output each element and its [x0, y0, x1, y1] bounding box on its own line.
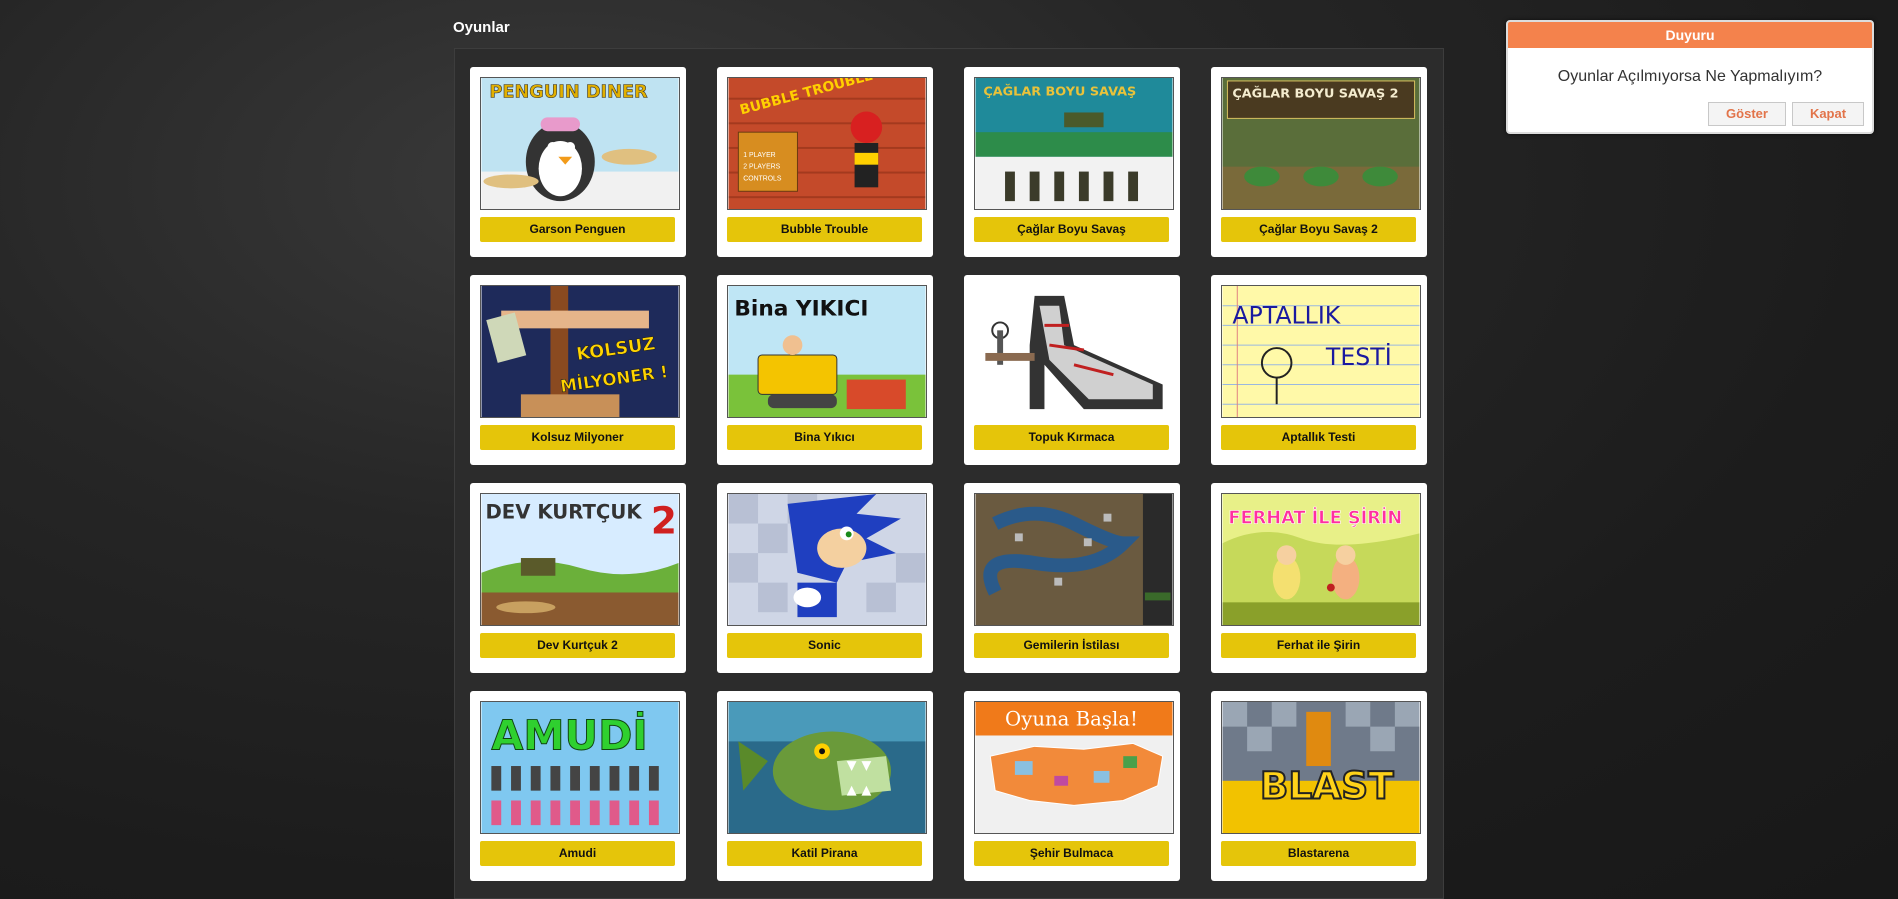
- game-title-label[interactable]: Sonic: [727, 633, 922, 658]
- piranha-thumbnail-image: [728, 702, 926, 833]
- game-card-aptallik-testi[interactable]: APTALLIK TESTİ Aptallık Testi: [1211, 275, 1427, 465]
- sonic-thumbnail-image: [728, 494, 926, 625]
- dev-kurtcuk-2-thumbnail-image: DEV KURTÇUK 2: [481, 494, 679, 625]
- aptallik-testi-thumbnail-image: APTALLIK TESTİ: [1222, 286, 1420, 417]
- game-title-label[interactable]: Çağlar Boyu Savaş 2: [1221, 217, 1416, 242]
- game-card-sonic[interactable]: Sonic: [717, 483, 933, 673]
- game-card-blastarena[interactable]: BLAST Blastarena: [1211, 691, 1427, 881]
- game-title-label[interactable]: Dev Kurtçuk 2: [480, 633, 675, 658]
- game-card-topuk-kirmaca[interactable]: Topuk Kırmaca: [964, 275, 1180, 465]
- show-button[interactable]: Göster: [1708, 102, 1786, 126]
- game-thumbnail[interactable]: ÇAĞLAR BOYU SAVAŞ 2: [1221, 77, 1421, 210]
- notice-message: Oyunlar Açılmıyorsa Ne Yapmalıyım?: [1557, 68, 1823, 85]
- game-thumbnail[interactable]: ÇAĞLAR BOYU SAVAŞ: [974, 77, 1174, 210]
- game-thumbnail[interactable]: [974, 285, 1174, 418]
- ferhat-ile-sirin-thumbnail-image: FERHAT İLE ŞİRİN: [1222, 494, 1420, 625]
- game-thumbnail[interactable]: PENGUIN DINER: [480, 77, 680, 210]
- game-card-caglar-boyu-savas-2[interactable]: ÇAĞLAR BOYU SAVAŞ 2 Çağlar Boyu Savaş 2: [1211, 67, 1427, 257]
- game-title-label[interactable]: Katil Pirana: [727, 841, 922, 866]
- game-title-label[interactable]: Topuk Kırmaca: [974, 425, 1169, 450]
- game-thumbnail[interactable]: Bina YIKICI: [727, 285, 927, 418]
- svg-text:Bina YIKICI: Bina YIKICI: [734, 297, 868, 322]
- close-button[interactable]: Kapat: [1792, 102, 1864, 126]
- game-card-bubble-trouble[interactable]: 1 PLAYER 2 PLAYERS CONTROLS BUBBLE TROUB…: [717, 67, 933, 257]
- game-thumbnail[interactable]: DEV KURTÇUK 2: [480, 493, 680, 626]
- game-thumbnail[interactable]: APTALLIK TESTİ: [1221, 285, 1421, 418]
- svg-text:2: 2: [651, 498, 677, 542]
- svg-text:FERHAT İLE ŞİRİN: FERHAT İLE ŞİRİN: [1228, 507, 1402, 529]
- notice-dialog: Duyuru Oyunlar Açılmıyorsa Ne Yapmalıyım…: [1506, 20, 1874, 134]
- game-thumbnail[interactable]: FERHAT İLE ŞİRİN: [1221, 493, 1421, 626]
- svg-text:DEV KURTÇUK: DEV KURTÇUK: [485, 501, 642, 524]
- game-thumbnail[interactable]: KOLSUZ MİLYONER !: [480, 285, 680, 418]
- game-thumbnail[interactable]: 1 PLAYER 2 PLAYERS CONTROLS BUBBLE TROUB…: [727, 77, 927, 210]
- caglar-boyu-savas-2-thumbnail-image: ÇAĞLAR BOYU SAVAŞ 2: [1222, 78, 1420, 209]
- svg-text:AMUDİ: AMUDİ: [491, 711, 647, 759]
- high-heel-thumbnail-image: [975, 286, 1173, 417]
- gemilerin-istilasi-thumbnail-image: [975, 494, 1173, 625]
- game-card-katil-pirana[interactable]: Katil Pirana: [717, 691, 933, 881]
- game-thumbnail[interactable]: [727, 701, 927, 834]
- game-card-sehir-bulmaca[interactable]: Oyuna Başla! Şehir Bulmaca: [964, 691, 1180, 881]
- game-title-label[interactable]: Gemilerin İstilası: [974, 633, 1169, 658]
- game-card-garson-penguen[interactable]: PENGUIN DINER Garson Penguen: [470, 67, 686, 257]
- game-thumbnail[interactable]: AMUDİ: [480, 701, 680, 834]
- game-thumbnail[interactable]: BLAST: [1221, 701, 1421, 834]
- sehir-bulmaca-thumbnail-image: Oyuna Başla!: [975, 702, 1173, 833]
- game-thumbnail[interactable]: Oyuna Başla!: [974, 701, 1174, 834]
- amudi-thumbnail-image: AMUDİ: [481, 702, 679, 833]
- page-title: Oyunlar: [453, 19, 510, 36]
- svg-text:ÇAĞLAR BOYU SAVAŞ 2: ÇAĞLAR BOYU SAVAŞ 2: [1232, 86, 1398, 102]
- game-title-label[interactable]: Aptallık Testi: [1221, 425, 1416, 450]
- svg-text:ÇAĞLAR BOYU SAVAŞ: ÇAĞLAR BOYU SAVAŞ: [983, 84, 1136, 100]
- svg-text:CONTROLS: CONTROLS: [743, 175, 782, 182]
- game-thumbnail[interactable]: [727, 493, 927, 626]
- game-card-kolsuz-milyoner[interactable]: KOLSUZ MİLYONER ! Kolsuz Milyoner: [470, 275, 686, 465]
- game-title-label[interactable]: Çağlar Boyu Savaş: [974, 217, 1169, 242]
- games-panel: PENGUIN DINER Garson Penguen 1 PLAYER 2 …: [454, 48, 1444, 899]
- game-title-label[interactable]: Şehir Bulmaca: [974, 841, 1169, 866]
- game-card-gemilerin-istilasi[interactable]: Gemilerin İstilası: [964, 483, 1180, 673]
- penguin-diner-thumbnail-image: PENGUIN DINER: [481, 78, 679, 209]
- game-card-dev-kurtcuk-2[interactable]: DEV KURTÇUK 2 Dev Kurtçuk 2: [470, 483, 686, 673]
- game-thumbnail[interactable]: [974, 493, 1174, 626]
- caglar-boyu-savas-thumbnail-image: ÇAĞLAR BOYU SAVAŞ: [975, 78, 1173, 209]
- game-card-ferhat-ile-sirin[interactable]: FERHAT İLE ŞİRİN Ferhat ile Şirin: [1211, 483, 1427, 673]
- svg-text:APTALLIK: APTALLIK: [1232, 301, 1340, 329]
- notice-title: Duyuru: [1508, 22, 1872, 48]
- game-card-bina-yikici[interactable]: Bina YIKICI Bina Yıkıcı: [717, 275, 933, 465]
- game-title-label[interactable]: Amudi: [480, 841, 675, 866]
- svg-text:2 PLAYERS: 2 PLAYERS: [743, 164, 780, 171]
- svg-text:1 PLAYER: 1 PLAYER: [743, 152, 775, 159]
- svg-text:TESTİ: TESTİ: [1325, 343, 1392, 371]
- svg-text:Oyuna Başla!: Oyuna Başla!: [1005, 708, 1138, 731]
- blastarena-thumbnail-image: BLAST: [1222, 702, 1420, 833]
- game-title-label[interactable]: Kolsuz Milyoner: [480, 425, 675, 450]
- game-card-amudi[interactable]: AMUDİ Amudi: [470, 691, 686, 881]
- kolsuz-milyoner-thumbnail-image: KOLSUZ MİLYONER !: [481, 286, 679, 417]
- svg-text:PENGUIN DINER: PENGUIN DINER: [489, 83, 648, 103]
- bina-yikici-thumbnail-image: Bina YIKICI: [728, 286, 926, 417]
- bubble-trouble-thumbnail-image: 1 PLAYER 2 PLAYERS CONTROLS BUBBLE TROUB…: [728, 78, 926, 209]
- game-card-caglar-boyu-savas[interactable]: ÇAĞLAR BOYU SAVAŞ Çağlar Boyu Savaş: [964, 67, 1180, 257]
- game-title-label[interactable]: Bina Yıkıcı: [727, 425, 922, 450]
- game-title-label[interactable]: Garson Penguen: [480, 217, 675, 242]
- svg-text:BLAST: BLAST: [1260, 764, 1394, 808]
- game-title-label[interactable]: Bubble Trouble: [727, 217, 922, 242]
- game-title-label[interactable]: Blastarena: [1221, 841, 1416, 866]
- game-title-label[interactable]: Ferhat ile Şirin: [1221, 633, 1416, 658]
